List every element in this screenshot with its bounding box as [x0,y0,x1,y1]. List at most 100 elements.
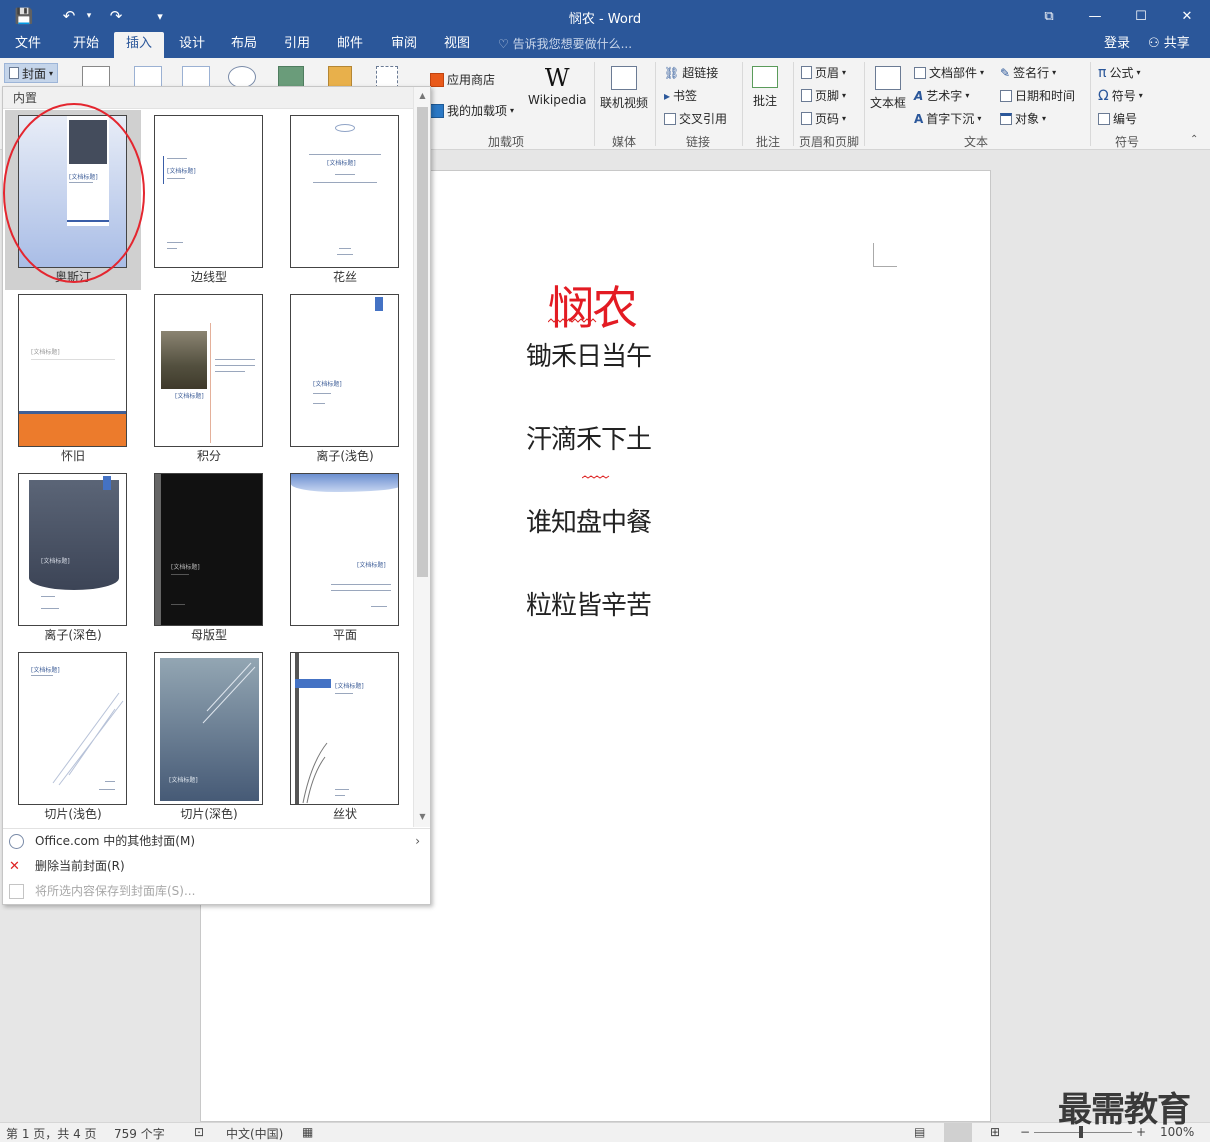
cover-tile-label: 切片(深色) [180,807,238,821]
tab-layout[interactable]: 布局 [220,32,268,58]
scroll-down-icon[interactable]: ▼ [417,811,428,823]
shapes-icon[interactable] [228,66,256,88]
cover-tile-motion[interactable]: [文档标题] 母版型 [141,468,277,648]
group-label-links: 链接 [685,135,710,149]
textbox-icon [875,66,901,90]
omega-icon: Ω [1098,87,1109,104]
tab-insert[interactable]: 插入 [114,32,164,58]
zoom-out-icon[interactable]: − [1020,1125,1030,1139]
tab-design[interactable]: 设计 [168,32,216,58]
cover-tile-slice-light[interactable]: [文档标题] 切片(浅色) [5,647,141,827]
equation-button[interactable]: π 公式 ▾ [1098,64,1140,81]
signature-line-button[interactable]: ✎ 签名行 ▾ [1000,64,1056,81]
screenshot-icon[interactable] [376,66,398,88]
cover-tile-integral[interactable]: [文档标题] 积分 [141,289,277,469]
tab-view[interactable]: 视图 [433,32,481,58]
cover-tile-label: 花丝 [332,270,357,284]
save-to-gallery-menu-item: 将所选内容保存到封面库(S)... [3,879,430,904]
tab-home[interactable]: 开始 [60,32,112,58]
page-number-button[interactable]: 页码 ▾ [801,110,846,127]
poem-line-4[interactable]: 粒粒皆辛苦 [526,585,652,622]
tab-review[interactable]: 审阅 [380,32,428,58]
cover-tile-wisp[interactable]: [文档标题] 丝状 [277,647,413,827]
document-title[interactable]: 悯农 [548,272,638,338]
cover-tile-ion-dark[interactable]: [文档标题] 离子(深色) [5,468,141,648]
cover-tile-retrospect[interactable]: [文档标题] 怀旧 [5,289,141,469]
read-mode-icon[interactable]: ▤ [914,1125,925,1139]
online-video-button[interactable]: 联机视频 [600,66,648,111]
header-button[interactable]: 页眉 ▾ [801,64,846,81]
new-comment-icon [752,66,778,88]
cover-page-button[interactable]: 封面 ▾ [4,63,59,83]
quick-parts-button[interactable]: 文档部件 ▾ [914,64,984,81]
number-icon [1098,112,1110,125]
wordart-icon: A [914,88,924,103]
group-label-text: 文本 [963,135,988,149]
poem-line-3[interactable]: 谁知盘中餐 [526,502,652,539]
save-selection-icon [9,884,24,899]
web-layout-icon[interactable]: ⊞ [990,1125,1000,1139]
sign-in-link[interactable]: 登录 [1104,32,1130,58]
wordart-button[interactable]: A 艺术字 ▾ [914,87,969,104]
macro-icon[interactable]: ▦ [302,1125,313,1139]
word-count-status[interactable]: 759 个字 [114,1125,165,1142]
cover-page-icon [9,67,19,79]
collapse-ribbon-icon[interactable]: ⌃ [1190,134,1198,145]
tab-references[interactable]: 引用 [273,32,321,58]
cross-reference-button[interactable]: 交叉引用 [664,110,727,127]
scroll-up-icon[interactable]: ▲ [417,90,428,102]
tell-me-box[interactable]: ♡ 告诉我您想要做什么... [498,32,632,58]
more-covers-menu-item[interactable]: Office.com 中的其他封面(M) › [3,829,430,854]
chart-icon[interactable] [328,66,352,88]
cover-tile-ion-light[interactable]: [文档标题] 离子(浅色) [277,289,413,469]
drop-cap-button[interactable]: A 首字下沉 ▾ [914,110,981,127]
object-button[interactable]: 对象 ▾ [1000,110,1046,127]
store-button[interactable]: 应用商店 [430,71,495,88]
cover-tile-filigree[interactable]: [文档标题] 花丝 [277,110,413,290]
table-icon[interactable] [82,66,110,88]
numbering-button[interactable]: 编号 [1098,110,1137,127]
group-label-addins: 加载项 [487,135,524,149]
ribbon-tab-bar: 文件 开始 插入 设计 布局 引用 邮件 审阅 视图 ♡ 告诉我您想要做什么..… [0,32,1210,58]
status-bar: 第 1 页，共 4 页 759 个字 ⊡ 中文(中国) ▦ ▤ ⊞ − + 10… [0,1122,1210,1142]
language-status[interactable]: 中文(中国) [226,1125,283,1142]
cover-thumbnail: [文档标题] [290,473,399,626]
ribbon-display-options-button[interactable]: ⧉ [1026,0,1072,32]
proofing-icon[interactable]: ⊡ [194,1125,204,1139]
cross-reference-icon [664,112,676,125]
zoom-slider[interactable] [1034,1132,1132,1133]
share-button[interactable]: ⚇ 共享 [1148,32,1190,58]
symbol-button[interactable]: Ω 符号 ▾ [1098,87,1143,104]
picture-icon[interactable] [134,66,162,88]
scroll-thumb[interactable] [417,107,428,577]
cover-tile-sideline[interactable]: [文档标题] 边线型 [141,110,277,290]
page-count-status[interactable]: 第 1 页，共 4 页 [6,1125,97,1142]
my-addins-button[interactable]: 我的加载项 ▾ [430,102,514,119]
poem-line-1[interactable]: 锄禾日当午 [526,336,652,373]
wikipedia-button[interactable]: W Wikipedia [528,64,587,107]
cover-thumbnail: [文档标题] [154,652,263,805]
link-icon: ⛓ [664,65,680,80]
footer-button[interactable]: 页脚 ▾ [801,87,846,104]
print-layout-icon[interactable] [944,1123,972,1142]
cover-tile-label: 怀旧 [60,449,85,463]
online-picture-icon[interactable] [182,66,210,88]
remove-cover-menu-item[interactable]: ✕ 删除当前封面(R) [3,854,430,879]
textbox-button[interactable]: 文本框 [870,66,906,111]
hyperlink-button[interactable]: ⛓ 超链接 [664,64,718,81]
remove-cover-icon: ✕ [9,859,20,874]
cover-tile-facet[interactable]: [文档标题] 平面 [277,468,413,648]
smartart-icon[interactable] [278,66,304,88]
minimize-button[interactable]: — [1072,0,1118,32]
poem-line-2[interactable]: 汗滴禾下土 [526,419,652,456]
close-button[interactable]: ✕ [1164,0,1210,32]
bookmark-button[interactable]: ▸ 书签 [664,87,697,104]
page-number-icon [801,112,812,125]
tab-mailings[interactable]: 邮件 [326,32,374,58]
gallery-scrollbar[interactable]: ▲ ▼ [413,87,430,827]
cover-tile-slice-dark[interactable]: [文档标题] 切片(深色) [141,647,277,827]
date-time-button[interactable]: 日期和时间 [1000,87,1075,104]
tab-file[interactable]: 文件 [2,32,54,58]
comment-button[interactable]: 批注 [752,66,778,109]
maximize-button[interactable]: ☐ [1118,0,1164,32]
